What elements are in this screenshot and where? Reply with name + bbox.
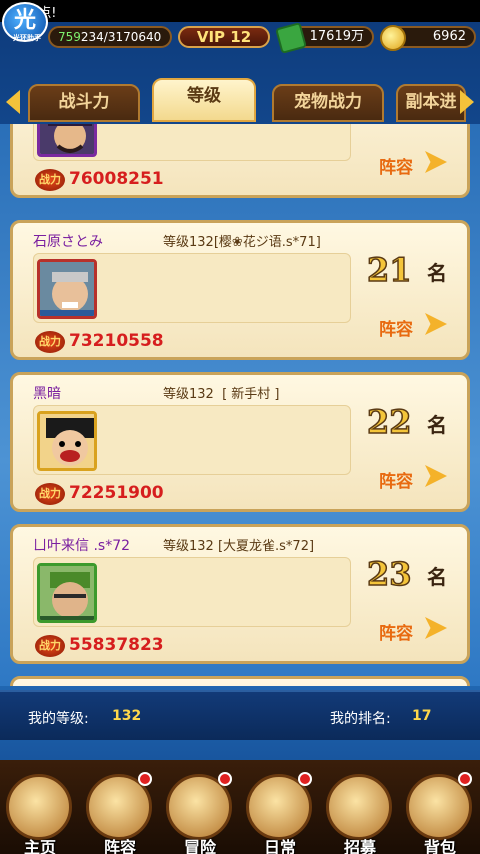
bar-sign-icon	[326, 774, 392, 840]
player-power: 73210558	[69, 331, 164, 351]
arrow-right-icon[interactable]	[425, 313, 447, 335]
player-name: 石原さとみ	[33, 234, 103, 250]
notification-dot	[138, 772, 152, 786]
rank-suffix: 名	[427, 261, 447, 285]
nav-lineup[interactable]: 阵容	[82, 770, 158, 854]
gold-value: 6962	[432, 29, 466, 44]
tabs-scroll-right-icon[interactable]	[460, 90, 474, 114]
gold-coin-icon	[380, 25, 406, 51]
rank-number: 23	[366, 554, 412, 594]
view-lineup-button[interactable]: 阵容	[379, 153, 413, 178]
vip-badge[interactable]: VIP 12	[178, 26, 270, 48]
money-icon	[275, 22, 307, 54]
exp-rest: 234/3170640	[80, 30, 162, 44]
exp-current: 759	[58, 30, 81, 44]
ranking-list[interactable]: 20 名 阵容 战力 76008251 石原さとみ 等级132[樱❀花ジ语.s*…	[0, 124, 480, 686]
my-rank-value: 17	[412, 708, 432, 724]
player-level-guild: 等级132 [ 新手村 ]	[163, 387, 280, 402]
nav-adventure[interactable]: 冒险	[162, 770, 238, 854]
player-power: 72251900	[69, 483, 164, 503]
arrow-right-icon[interactable]	[425, 151, 447, 173]
player-avatar[interactable]	[37, 563, 97, 623]
money-value: 17619万	[309, 29, 364, 44]
nav-home-label: 主页	[23, 838, 56, 854]
ranking-card[interactable]: 黑暗 等级132 [ 新手村 ] 22 名 阵容 战力 72251900	[10, 372, 470, 512]
nav-daily[interactable]: 日常	[242, 770, 318, 854]
rank-number: 21	[366, 250, 412, 290]
ranking-card[interactable]: 石原さとみ 等级132[樱❀花ジ语.s*71] 21 名 阵容 战力 73210…	[10, 220, 470, 360]
player-name: ㄩ叶来信 .s*72	[33, 538, 131, 554]
ranking-card[interactable]	[10, 676, 470, 686]
notification-dot	[458, 772, 472, 786]
bottom-nav: 主页 阵容 冒险 日常 招募 背包	[0, 760, 480, 854]
arrow-right-icon[interactable]	[425, 617, 447, 639]
nav-bag-label: 背包	[423, 838, 456, 854]
rank-number: 22	[366, 402, 412, 442]
arrow-right-icon[interactable]	[425, 465, 447, 487]
power-badge-icon: 战力	[35, 635, 65, 657]
ranking-card[interactable]: 20 名 阵容 战力 76008251	[10, 124, 470, 198]
logo-glyph: 光	[13, 8, 36, 33]
nav-bag[interactable]: 背包	[402, 770, 478, 854]
view-lineup-button[interactable]: 阵容	[379, 619, 413, 644]
nav-recruit[interactable]: 招募	[322, 770, 398, 854]
my-rank-label: 我的排名:	[330, 711, 391, 727]
my-level-label: 我的等级:	[28, 711, 89, 727]
power-badge-icon: 战力	[35, 169, 65, 191]
power-badge-icon: 战力	[35, 483, 65, 505]
my-ranking-info: 我的等级: 132 我的排名: 17	[0, 690, 480, 740]
player-level-guild: 等级132 [大夏龙雀.s*72]	[163, 539, 315, 554]
exp-display: 759234/3170640	[48, 26, 172, 48]
player-avatar[interactable]	[37, 124, 97, 157]
rank-suffix: 名	[427, 565, 447, 589]
tabs-scroll-left-icon[interactable]	[6, 90, 20, 114]
nav-home[interactable]: 主页	[2, 770, 78, 854]
status-bar: 1点!	[0, 0, 480, 22]
ship-icon	[6, 774, 72, 840]
view-lineup-button[interactable]: 阵容	[379, 315, 413, 340]
rank-suffix: 名	[427, 413, 447, 437]
player-avatar[interactable]	[37, 259, 97, 319]
overlay-logo[interactable]: 光 光环助手	[2, 2, 48, 42]
notification-dot	[218, 772, 232, 786]
tab-dungeon[interactable]: 副本进	[396, 84, 466, 122]
nav-daily-label: 日常	[263, 838, 296, 854]
ranking-card[interactable]: ㄩ叶来信 .s*72 等级132 [大夏龙雀.s*72] 23 名 阵容 战力 …	[10, 524, 470, 664]
player-power: 76008251	[69, 169, 164, 189]
rank-number: 20	[366, 124, 412, 128]
logo-caption: 光环助手	[13, 34, 41, 42]
notification-dot	[298, 772, 312, 786]
player-power: 55837823	[69, 635, 164, 655]
my-level-value: 132	[112, 708, 142, 724]
tab-combat-power[interactable]: 战斗力	[28, 84, 140, 122]
player-level-guild: 等级132[樱❀花ジ语.s*71]	[163, 235, 321, 250]
nav-adventure-label: 冒险	[183, 838, 216, 854]
gold-display[interactable]: 6962	[380, 25, 476, 51]
nav-lineup-label: 阵容	[103, 838, 136, 854]
view-lineup-button[interactable]: 阵容	[379, 467, 413, 492]
player-name: 黑暗	[33, 386, 61, 402]
money-display[interactable]: 17619万	[275, 22, 374, 54]
power-badge-icon: 战力	[35, 331, 65, 353]
tab-pet-power[interactable]: 宠物战力	[272, 84, 384, 122]
tab-level[interactable]: 等级	[152, 78, 256, 122]
ranking-tabs: 战斗力 等级 宠物战力 副本进	[0, 76, 480, 124]
player-avatar[interactable]	[37, 411, 97, 471]
resource-bar: 759234/3170640 VIP 12 17619万 6962	[0, 22, 480, 54]
nav-recruit-label: 招募	[343, 838, 376, 854]
